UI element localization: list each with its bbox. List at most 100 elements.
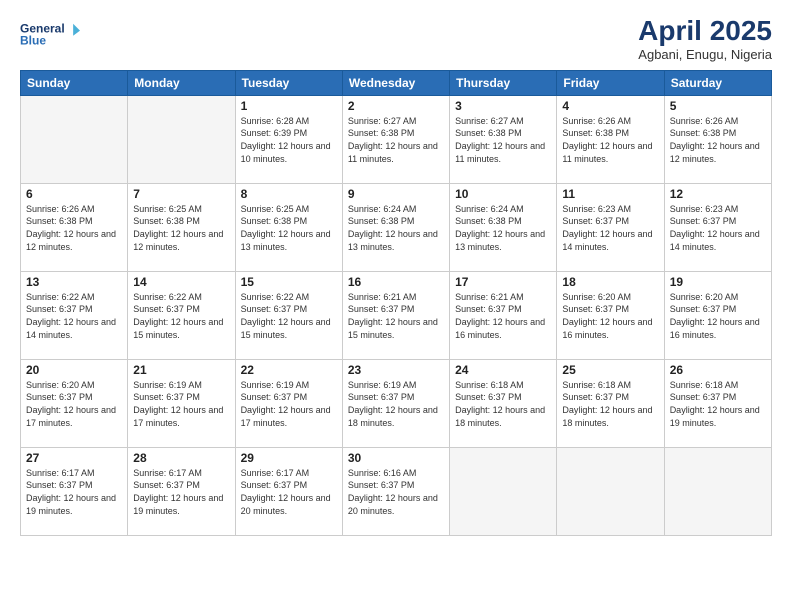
day-number: 16	[348, 275, 444, 289]
cell-text: Sunrise: 6:19 AM Sunset: 6:37 PM Dayligh…	[241, 379, 337, 429]
calendar-week-1: 1 Sunrise: 6:28 AM Sunset: 6:39 PM Daylig…	[21, 95, 772, 183]
calendar-body: 1 Sunrise: 6:28 AM Sunset: 6:39 PM Daylig…	[21, 95, 772, 535]
day-number: 23	[348, 363, 444, 377]
cell-text: Sunrise: 6:19 AM Sunset: 6:37 PM Dayligh…	[348, 379, 444, 429]
svg-text:Blue: Blue	[20, 33, 46, 47]
calendar-cell: 8Sunrise: 6:25 AM Sunset: 6:38 PM Daylig…	[235, 183, 342, 271]
header-saturday: Saturday	[664, 70, 771, 95]
day-number: 5	[670, 99, 766, 113]
cell-text: Sunrise: 6:17 AM Sunset: 6:37 PM Dayligh…	[26, 467, 122, 517]
logo-svg: General Blue	[20, 16, 80, 52]
cell-text: Sunrise: 6:18 AM Sunset: 6:37 PM Dayligh…	[670, 379, 766, 429]
cell-text: Sunrise: 6:25 AM Sunset: 6:38 PM Dayligh…	[133, 203, 229, 253]
calendar-cell: 6 Sunrise: 6:26 AM Sunset: 6:38 PM Daylig…	[21, 183, 128, 271]
calendar-cell: 18Sunrise: 6:20 AM Sunset: 6:37 PM Dayli…	[557, 271, 664, 359]
calendar-cell: 3Sunrise: 6:27 AM Sunset: 6:38 PM Daylig…	[450, 95, 557, 183]
header: General Blue April 2025 Agbani, Enugu, N…	[20, 16, 772, 62]
calendar-cell: 4Sunrise: 6:26 AM Sunset: 6:38 PM Daylig…	[557, 95, 664, 183]
day-number: 25	[562, 363, 658, 377]
cell-text: Sunrise: 6:22 AM Sunset: 6:37 PM Dayligh…	[26, 291, 122, 341]
calendar-cell	[21, 95, 128, 183]
calendar-cell	[557, 447, 664, 535]
day-number: 14	[133, 275, 229, 289]
header-monday: Monday	[128, 70, 235, 95]
calendar-header: Sunday Monday Tuesday Wednesday Thursday…	[21, 70, 772, 95]
calendar-cell: 23 Sunrise: 6:19 AM Sunset: 6:37 PM Dayli…	[342, 359, 449, 447]
day-number: 27	[26, 451, 122, 465]
calendar-cell: 5Sunrise: 6:26 AM Sunset: 6:38 PM Daylig…	[664, 95, 771, 183]
day-number: 24	[455, 363, 551, 377]
calendar-title: April 2025	[638, 16, 772, 47]
cell-text: Sunrise: 6:20 AM Sunset: 6:37 PM Dayligh…	[562, 291, 658, 341]
calendar-week-4: 20Sunrise: 6:20 AM Sunset: 6:37 PM Dayli…	[21, 359, 772, 447]
calendar-cell: 13 Sunrise: 6:22 AM Sunset: 6:37 PM Dayli…	[21, 271, 128, 359]
header-wednesday: Wednesday	[342, 70, 449, 95]
day-number: 3	[455, 99, 551, 113]
cell-text: Sunrise: 6:22 AM Sunset: 6:37 PM Dayligh…	[133, 291, 229, 341]
cell-text: Sunrise: 6:26 AM Sunset: 6:38 PM Dayligh…	[562, 115, 658, 165]
title-block: April 2025 Agbani, Enugu, Nigeria	[638, 16, 772, 62]
calendar-cell: 29 Sunrise: 6:17 AM Sunset: 6:37 PM Dayli…	[235, 447, 342, 535]
calendar-cell: 12 Sunrise: 6:23 AM Sunset: 6:37 PM Dayli…	[664, 183, 771, 271]
calendar-cell: 25Sunrise: 6:18 AM Sunset: 6:37 PM Dayli…	[557, 359, 664, 447]
calendar-cell: 22 Sunrise: 6:19 AM Sunset: 6:37 PM Dayli…	[235, 359, 342, 447]
calendar-table: Sunday Monday Tuesday Wednesday Thursday…	[20, 70, 772, 536]
cell-text: Sunrise: 6:16 AM Sunset: 6:37 PM Dayligh…	[348, 467, 444, 517]
calendar-week-3: 13 Sunrise: 6:22 AM Sunset: 6:37 PM Dayli…	[21, 271, 772, 359]
calendar-week-5: 27 Sunrise: 6:17 AM Sunset: 6:37 PM Dayli…	[21, 447, 772, 535]
day-number: 7	[133, 187, 229, 201]
calendar-cell: 30Sunrise: 6:16 AM Sunset: 6:37 PM Dayli…	[342, 447, 449, 535]
calendar-cell: 17Sunrise: 6:21 AM Sunset: 6:37 PM Dayli…	[450, 271, 557, 359]
calendar-cell: 26 Sunrise: 6:18 AM Sunset: 6:37 PM Dayli…	[664, 359, 771, 447]
cell-text: Sunrise: 6:22 AM Sunset: 6:37 PM Dayligh…	[241, 291, 337, 341]
day-number: 12	[670, 187, 766, 201]
day-number: 21	[133, 363, 229, 377]
cell-text: Sunrise: 6:20 AM Sunset: 6:37 PM Dayligh…	[670, 291, 766, 341]
page: General Blue April 2025 Agbani, Enugu, N…	[0, 0, 792, 612]
day-number: 9	[348, 187, 444, 201]
day-number: 20	[26, 363, 122, 377]
logo: General Blue	[20, 16, 80, 52]
cell-text: Sunrise: 6:26 AM Sunset: 6:38 PM Dayligh…	[26, 203, 122, 253]
calendar-cell: 19 Sunrise: 6:20 AM Sunset: 6:37 PM Dayli…	[664, 271, 771, 359]
calendar-cell: 28Sunrise: 6:17 AM Sunset: 6:37 PM Dayli…	[128, 447, 235, 535]
cell-text: Sunrise: 6:21 AM Sunset: 6:37 PM Dayligh…	[455, 291, 551, 341]
header-tuesday: Tuesday	[235, 70, 342, 95]
day-number: 19	[670, 275, 766, 289]
calendar-cell: 9Sunrise: 6:24 AM Sunset: 6:38 PM Daylig…	[342, 183, 449, 271]
calendar-week-2: 6 Sunrise: 6:26 AM Sunset: 6:38 PM Daylig…	[21, 183, 772, 271]
cell-text: Sunrise: 6:23 AM Sunset: 6:37 PM Dayligh…	[670, 203, 766, 253]
calendar-cell: 1 Sunrise: 6:28 AM Sunset: 6:39 PM Daylig…	[235, 95, 342, 183]
cell-text: Sunrise: 6:21 AM Sunset: 6:37 PM Dayligh…	[348, 291, 444, 341]
cell-text: Sunrise: 6:18 AM Sunset: 6:37 PM Dayligh…	[455, 379, 551, 429]
cell-text: Sunrise: 6:17 AM Sunset: 6:37 PM Dayligh…	[241, 467, 337, 517]
calendar-cell	[128, 95, 235, 183]
calendar-cell	[664, 447, 771, 535]
cell-text: Sunrise: 6:24 AM Sunset: 6:38 PM Dayligh…	[455, 203, 551, 253]
calendar-cell: 2 Sunrise: 6:27 AM Sunset: 6:38 PM Daylig…	[342, 95, 449, 183]
day-number: 29	[241, 451, 337, 465]
day-number: 2	[348, 99, 444, 113]
day-number: 15	[241, 275, 337, 289]
day-number: 13	[26, 275, 122, 289]
calendar-cell	[450, 447, 557, 535]
day-number: 11	[562, 187, 658, 201]
header-row: Sunday Monday Tuesday Wednesday Thursday…	[21, 70, 772, 95]
calendar-cell: 10 Sunrise: 6:24 AM Sunset: 6:38 PM Dayli…	[450, 183, 557, 271]
cell-text: Sunrise: 6:23 AM Sunset: 6:37 PM Dayligh…	[562, 203, 658, 253]
cell-text: Sunrise: 6:25 AM Sunset: 6:38 PM Dayligh…	[241, 203, 337, 253]
header-sunday: Sunday	[21, 70, 128, 95]
cell-text: Sunrise: 6:19 AM Sunset: 6:37 PM Dayligh…	[133, 379, 229, 429]
cell-text: Sunrise: 6:27 AM Sunset: 6:38 PM Dayligh…	[348, 115, 444, 165]
header-friday: Friday	[557, 70, 664, 95]
day-number: 10	[455, 187, 551, 201]
calendar-cell: 14 Sunrise: 6:22 AM Sunset: 6:37 PM Dayli…	[128, 271, 235, 359]
cell-text: Sunrise: 6:28 AM Sunset: 6:39 PM Dayligh…	[241, 115, 337, 165]
day-number: 1	[241, 99, 337, 113]
day-number: 6	[26, 187, 122, 201]
day-number: 26	[670, 363, 766, 377]
day-number: 28	[133, 451, 229, 465]
calendar-cell: 21 Sunrise: 6:19 AM Sunset: 6:37 PM Dayli…	[128, 359, 235, 447]
calendar-cell: 7 Sunrise: 6:25 AM Sunset: 6:38 PM Daylig…	[128, 183, 235, 271]
day-number: 22	[241, 363, 337, 377]
